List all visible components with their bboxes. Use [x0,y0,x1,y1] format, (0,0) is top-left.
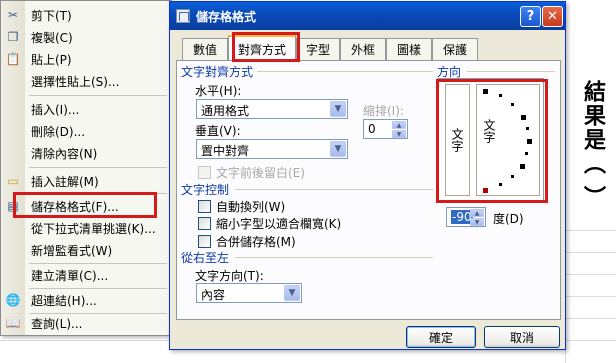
text-direction-select[interactable]: 內容 ▼ [196,283,302,303]
vertical-select[interactable]: 置中對齊 ▼ [196,139,348,159]
dialog-titlebar[interactable]: 儲存格格式 ? ✕ [170,2,565,30]
text-direction-value: 內容 [201,288,226,302]
indent-label: 縮排(I): [363,104,404,118]
menu-separator [29,167,167,168]
tab-font[interactable]: 字型 [296,38,340,60]
context-menu: ✂ 剪下(T) ❐ 複製(C) 📋 貼上(P) 選擇性貼上(S)... 插入(I… [0,0,172,336]
checkbox-box [198,166,211,179]
chevron-down-icon[interactable]: ▼ [284,285,300,301]
blank-icon [1,217,25,239]
close-button[interactable]: ✕ [542,6,563,27]
menu-item-paste[interactable]: 📋 貼上(P) [1,48,171,70]
spin-down-icon[interactable]: ▼ [470,218,484,226]
tab-protection[interactable]: 保護 [432,38,478,60]
blank-icon [1,70,25,92]
checkbox-label: 自動換列(W) [216,200,286,214]
text-direction-label: 文字方向(T): [195,269,264,283]
spin-up-icon[interactable]: ▲ [470,209,484,217]
menu-item-label: 插入註解(M) [31,174,99,189]
menu-item-label: 插入(I)... [31,102,80,117]
paste-icon: 📋 [5,52,21,66]
horizontal-value: 通用格式 [201,104,250,118]
cut-icon: ✂ [7,8,19,22]
menu-item-hyperlink[interactable]: 🌐 超連結(H)... [1,289,171,311]
section-divider [257,71,433,72]
menu-item-label: 查詢(L)... [31,316,83,331]
section-divider [467,71,555,72]
tab-patterns[interactable]: 圖樣 [386,38,432,60]
menu-item-create-list[interactable]: 建立清單(C)... [1,264,171,286]
tab-border[interactable]: 外框 [340,38,386,60]
menu-item-copy[interactable]: ❐ 複製(C) [1,26,171,48]
menu-item-insert[interactable]: 插入(I)... [1,98,171,120]
chevron-down-icon[interactable]: ▼ [330,141,346,157]
menu-item-label: 貼上(P) [31,52,72,67]
spin-up-icon[interactable]: ▲ [392,121,406,129]
checkbox-box [198,200,211,213]
highlight-alignment-tab [232,32,300,62]
menu-item-label: 清除內容(N) [31,146,98,161]
indent-spinner[interactable]: 0 ▲ ▼ [363,119,408,139]
blank-icon [1,98,25,120]
checkbox-label: 合併儲存格(M) [216,235,296,249]
menu-item-delete[interactable]: 刪除(D)... [1,120,171,142]
cancel-button[interactable]: 取消 [484,326,560,348]
menu-item-label: 從下拉式清單挑選(K)... [31,221,156,236]
menu-separator [29,95,167,96]
format-cells-dialog: 儲存格格式 ? ✕ 數值 對齊方式 字型 外框 圖樣 保護 文字對齊方式 水平(… [169,1,566,350]
menu-item-label: 刪除(D)... [31,124,86,139]
sheet-cell-text: 結果是（ ） [580,80,605,210]
menu-item-label: 新增監看式(W) [31,243,113,258]
degrees-label: 度(D) [493,212,524,226]
menu-item-clear-contents[interactable]: 清除內容(N) [1,142,171,164]
tab-number[interactable]: 數值 [182,38,228,60]
blank-icon [1,264,25,286]
blank-icon [1,120,25,142]
ok-button[interactable]: 確定 [406,326,476,348]
dialog-title: 儲存格格式 [196,10,257,24]
indent-value: 0 [368,122,376,136]
menu-item-label: 建立清單(C)... [31,268,109,283]
comment-icon: ▭ [7,174,19,188]
horizontal-label: 水平(H): [195,84,242,98]
section-divider [235,189,433,190]
degrees-spinner[interactable]: -90 ▲ ▼ [446,207,486,227]
menu-item-label: 剪下(T) [31,8,72,23]
checkbox-label: 縮小字型以適合欄寬(K) [216,217,342,231]
vertical-value: 置中對齊 [201,144,250,158]
checkbox-box [198,217,211,230]
menu-item-add-watch[interactable]: 新增監看式(W) [1,239,171,261]
menu-item-insert-comment[interactable]: ▭ 插入註解(M) [1,170,171,192]
copy-icon: ❐ [7,30,19,44]
hyperlink-icon: 🌐 [5,293,21,307]
section-divider [235,257,433,258]
right-to-left-heading: 從右至左 [181,251,230,265]
chevron-down-icon[interactable]: ▼ [330,101,346,117]
help-button[interactable]: ? [520,6,541,27]
wrap-text-checkbox[interactable]: 自動換列(W) [198,198,285,215]
menu-item-label: 超連結(H)... [31,293,97,308]
blank-icon [1,142,25,164]
merge-cells-checkbox[interactable]: 合併儲存格(M) [198,233,296,250]
vertical-label: 垂直(V): [195,124,241,138]
menu-item-lookup[interactable]: 📖 查詢(L)... [1,312,171,334]
menu-item-label: 選擇性貼上(S)... [31,74,120,89]
highlight-orientation [436,79,548,203]
text-alignment-heading: 文字對齊方式 [181,65,254,79]
spin-down-icon[interactable]: ▼ [392,130,406,138]
text-control-heading: 文字控制 [181,183,230,197]
checkbox-label: 文字前後留白(E) [216,166,305,180]
dialog-app-icon [176,9,190,23]
menu-item-label: 複製(C) [31,30,73,45]
menu-item-paste-special[interactable]: 選擇性貼上(S)... [1,70,171,92]
menu-item-pick-from-list[interactable]: 從下拉式清單挑選(K)... [1,217,171,239]
justify-distributed-checkbox[interactable]: 文字前後留白(E) [198,164,305,181]
horizontal-select[interactable]: 通用格式 ▼ [196,99,348,119]
highlight-format-cells [13,192,157,218]
lookup-icon: 📖 [5,316,21,330]
blank-icon [1,239,25,261]
menu-item-cut[interactable]: ✂ 剪下(T) [1,4,171,26]
checkbox-box [198,235,211,248]
shrink-to-fit-checkbox[interactable]: 縮小字型以適合欄寬(K) [198,215,341,232]
